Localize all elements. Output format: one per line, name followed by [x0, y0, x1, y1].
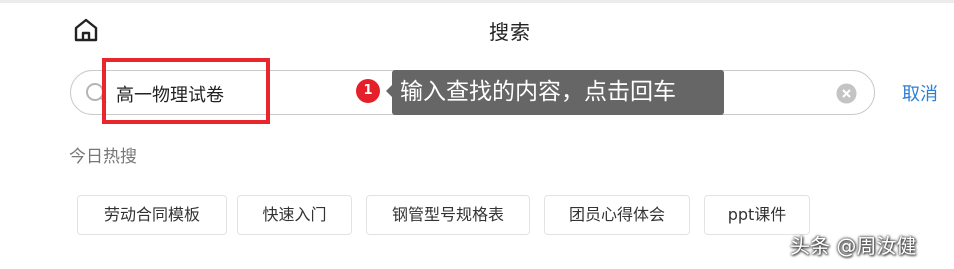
hot-search-chip[interactable]: ppt课件: [704, 195, 810, 235]
hot-search-chip[interactable]: 钢管型号规格表: [366, 195, 530, 235]
cancel-button[interactable]: 取消: [902, 80, 938, 106]
hot-search-chip[interactable]: 快速入门: [237, 195, 352, 235]
clear-circle-icon[interactable]: [836, 83, 857, 104]
hot-search-chip[interactable]: 劳动合同模板: [77, 195, 227, 235]
page-title: 搜索: [489, 20, 531, 44]
hot-search-heading: 今日热搜: [69, 147, 137, 167]
highlight-frame: [102, 58, 270, 124]
instruction-tooltip: 输入查找的内容，点击回车: [392, 70, 724, 115]
top-divider: [0, 0, 954, 3]
watermark: 头条 @周汝健: [790, 234, 917, 258]
hot-search-chip[interactable]: 团员心得体会: [544, 195, 690, 235]
step-number-badge: 1: [356, 79, 380, 103]
